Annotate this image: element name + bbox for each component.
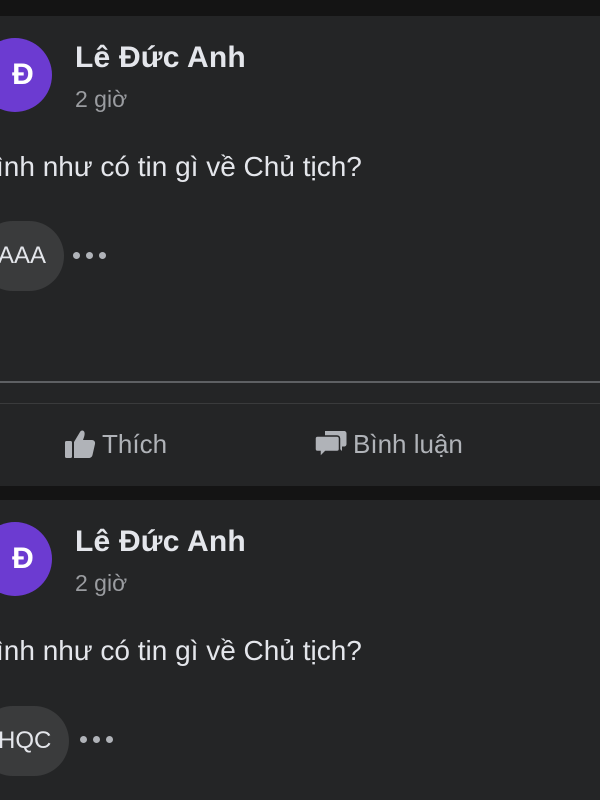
divider [0,381,600,383]
divider [0,403,600,404]
post-timestamp[interactable]: 2 giờ [75,86,127,113]
comment-label: Bình luận [353,428,463,459]
avatar[interactable]: Đ [0,38,52,112]
post-text: ình như có tin gì về Chủ tịch? [0,151,362,182]
like-button[interactable]: Thích [64,424,167,464]
author-name[interactable]: Lê Đức Anh [75,41,246,75]
author-name[interactable]: Lê Đức Anh [75,525,246,559]
comment-button[interactable]: Bình luận [314,424,463,464]
more-horizontal-icon[interactable] [73,249,113,263]
like-label: Thích [102,428,168,459]
post-card: Đ Lê Đức Anh 2 giờ ình như có tin gì về … [0,500,600,800]
feed-screen: Đ Lê Đức Anh 2 giờ ình như có tin gì về … [0,0,600,800]
post-card: Đ Lê Đức Anh 2 giờ ình như có tin gì về … [0,16,600,486]
reply-chip[interactable]: HQC [0,706,70,776]
comment-icon [314,429,347,459]
reply-chip[interactable]: AAA [0,221,65,291]
post-timestamp[interactable]: 2 giờ [75,570,127,597]
thumbs-up-icon [64,429,96,459]
avatar[interactable]: Đ [0,522,52,596]
more-horizontal-icon[interactable] [80,733,120,747]
post-text: ình như có tin gì về Chủ tịch? [0,635,362,666]
